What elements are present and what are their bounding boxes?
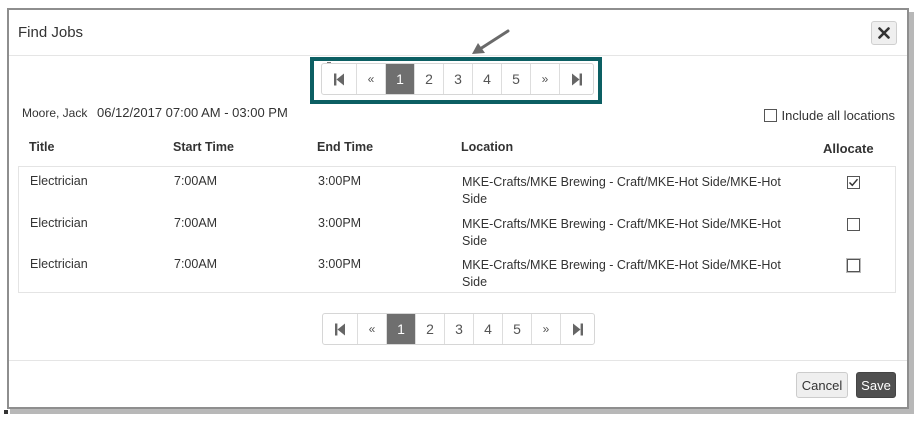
cell-start-time: 7:00AM (174, 216, 218, 230)
prev-page-button[interactable]: « (357, 314, 386, 344)
first-page-icon (335, 323, 345, 335)
page-2-button[interactable]: 2 (415, 314, 444, 344)
table-row: Electrician 7:00AM 3:00PM MKE-Crafts/MKE… (19, 167, 895, 209)
include-all-locations[interactable]: Include all locations (763, 108, 895, 123)
table-row: Electrician 7:00AM 3:00PM MKE-Crafts/MKE… (19, 250, 895, 292)
find-jobs-dialog: Find Jobs « 1 2 3 4 5 » Moore, Jack 06/1… (7, 8, 909, 409)
page-5-button[interactable]: 5 (502, 314, 531, 344)
page-4-button[interactable]: 4 (473, 314, 502, 344)
allocate-checkbox[interactable] (847, 218, 860, 231)
column-header-allocate: Allocate (823, 141, 874, 156)
checkmark-icon (848, 178, 859, 187)
last-page-icon (572, 323, 583, 335)
include-all-locations-checkbox[interactable] (763, 109, 777, 122)
corner-marker (4, 410, 8, 414)
jobs-table: Electrician 7:00AM 3:00PM MKE-Crafts/MKE… (18, 166, 896, 293)
dialog-title: Find Jobs (18, 24, 84, 41)
shift-date-range: 06/12/2017 07:00 AM - 03:00 PM (96, 105, 288, 120)
arrow-pointer-icon (472, 29, 510, 54)
cell-end-time: 3:00PM (318, 216, 362, 230)
close-icon (878, 27, 890, 39)
table-row: Electrician 7:00AM 3:00PM MKE-Crafts/MKE… (19, 209, 895, 251)
page-1-button[interactable]: 1 (386, 314, 415, 344)
pagination-bottom: « 1 2 3 4 5 » (322, 313, 595, 345)
allocate-checkbox[interactable] (847, 259, 860, 272)
column-header-end-time: End Time (317, 140, 374, 154)
last-page-button[interactable] (560, 314, 594, 344)
cell-title: Electrician (30, 216, 88, 230)
cell-location: MKE-Crafts/MKE Brewing - Craft/MKE-Hot S… (462, 175, 781, 206)
first-page-button[interactable] (323, 314, 357, 344)
column-header-title: Title (29, 140, 55, 154)
next-page-button[interactable]: » (531, 314, 560, 344)
pagination-highlight-box (310, 57, 602, 104)
column-header-location: Location (461, 140, 514, 154)
dialog-header: Find Jobs (9, 10, 907, 56)
cell-end-time: 3:00PM (318, 257, 362, 271)
cell-end-time: 3:00PM (318, 174, 362, 188)
cell-title: Electrician (30, 174, 88, 188)
page-3-button[interactable]: 3 (444, 314, 473, 344)
cell-start-time: 7:00AM (174, 257, 218, 271)
save-button[interactable]: Save (856, 372, 896, 398)
cell-location: MKE-Crafts/MKE Brewing - Craft/MKE-Hot S… (462, 258, 781, 289)
worker-name: Moore, Jack (22, 106, 88, 120)
column-header-start-time: Start Time (173, 140, 234, 154)
assignment-info: Moore, Jack 06/12/2017 07:00 AM - 03:00 … (22, 105, 288, 120)
cell-location: MKE-Crafts/MKE Brewing - Craft/MKE-Hot S… (462, 217, 781, 248)
include-all-locations-label: Include all locations (781, 108, 895, 123)
cell-title: Electrician (30, 257, 88, 271)
allocate-checkbox[interactable] (847, 176, 860, 189)
cell-start-time: 7:00AM (174, 174, 218, 188)
cancel-button[interactable]: Cancel (796, 372, 848, 398)
dialog-footer: Cancel Save (9, 360, 907, 407)
close-button[interactable] (871, 21, 897, 45)
